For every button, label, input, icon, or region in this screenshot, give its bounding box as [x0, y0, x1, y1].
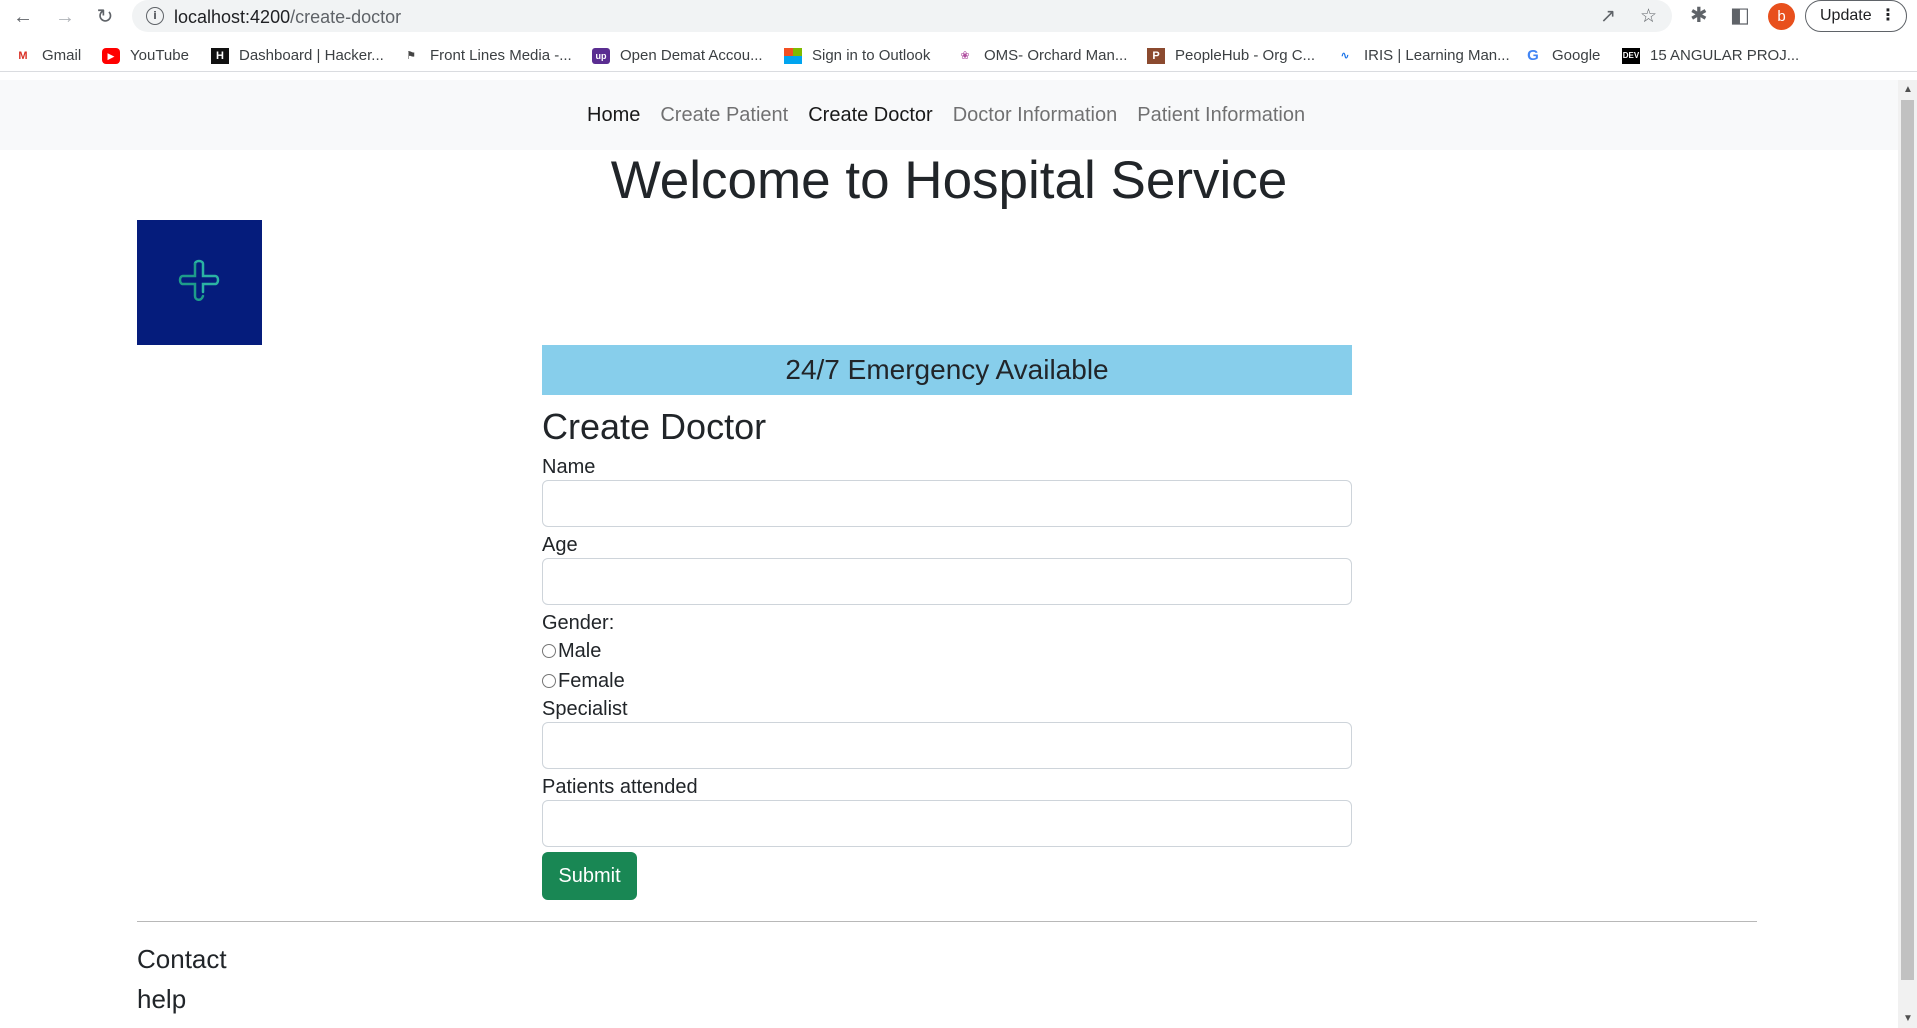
dev-icon: DEV	[1622, 47, 1640, 64]
patients-attended-label: Patients attended	[542, 776, 698, 798]
bookmark-iris[interactable]: ∿ IRIS | Learning Man...	[1336, 47, 1509, 64]
nav-home[interactable]: Home	[587, 104, 640, 127]
bookmarks-bar: M Gmail ▶ YouTube H Dashboard | Hacker... ⚑…	[0, 42, 1917, 72]
hackerrank-icon: H	[211, 47, 229, 64]
create-doctor-form: Create Doctor Name Age Gender: Male Fema…	[542, 400, 1352, 900]
peoplehub-icon: P	[1147, 47, 1165, 64]
bookmark-flm[interactable]: ⚑ Front Lines Media -...	[402, 47, 572, 64]
bookmark-oms[interactable]: ❀ OMS- Orchard Man...	[956, 47, 1127, 64]
back-icon[interactable]: ←	[10, 4, 36, 30]
bookmark-gmail[interactable]: M Gmail	[14, 47, 81, 64]
side-panel-icon[interactable]: ◧	[1730, 3, 1750, 28]
menu-dots-icon[interactable]: ⋮	[1880, 1, 1896, 31]
patients-attended-input[interactable]	[542, 800, 1352, 847]
google-icon: G	[1527, 46, 1539, 64]
oms-icon: ❀	[960, 49, 970, 62]
age-label: Age	[542, 534, 578, 556]
nav-create-doctor[interactable]: Create Doctor	[808, 104, 933, 127]
name-label: Name	[542, 456, 596, 478]
scroll-down-icon[interactable]: ▼	[1903, 1013, 1913, 1024]
submit-button[interactable]: Submit	[542, 852, 637, 900]
bookmark-google[interactable]: G Google	[1524, 47, 1600, 64]
specialist-label: Specialist	[542, 698, 628, 720]
youtube-icon: ▶	[102, 47, 120, 64]
microsoft-icon	[784, 47, 802, 56]
gmail-icon: M	[18, 49, 28, 62]
bookmark-peoplehub[interactable]: P PeopleHub - Org C...	[1147, 47, 1315, 64]
profile-avatar[interactable]: b	[1768, 3, 1795, 30]
name-input[interactable]	[542, 480, 1352, 527]
specialist-input[interactable]	[542, 722, 1352, 769]
female-radio[interactable]	[542, 674, 556, 688]
browser-toolbar: ← → ↻ i localhost:4200/create-doctor ↗ ☆…	[0, 0, 1917, 34]
male-label: Male	[558, 640, 602, 662]
iris-icon: ∿	[1340, 49, 1350, 62]
medical-cross-icon	[178, 259, 220, 301]
page-title: Welcome to Hospital Service	[610, 151, 1288, 210]
bookmark-upstox[interactable]: up Open Demat Accou...	[592, 47, 763, 64]
gender-option-female[interactable]: Female	[542, 666, 1352, 696]
url-text[interactable]: localhost:4200/create-doctor	[174, 7, 401, 28]
hospital-logo	[137, 220, 262, 345]
form-heading: Create Doctor	[542, 406, 767, 447]
nav-create-patient[interactable]: Create Patient	[660, 104, 788, 127]
age-input[interactable]	[542, 558, 1352, 605]
bookmark-dev[interactable]: DEV 15 ANGULAR PROJ...	[1622, 47, 1799, 64]
forward-icon[interactable]: →	[52, 4, 78, 30]
nav-links: Home Create Patient Create Doctor Doctor…	[587, 104, 1325, 127]
nav-patient-information[interactable]: Patient Information	[1137, 104, 1305, 127]
gender-label: Gender:	[542, 612, 615, 634]
nav-doctor-information[interactable]: Doctor Information	[953, 104, 1118, 127]
female-label: Female	[558, 670, 625, 692]
bookmark-star-icon[interactable]: ☆	[1640, 5, 1657, 28]
male-radio[interactable]	[542, 644, 556, 658]
bookmark-outlook[interactable]: Sign in to Outlook	[784, 47, 930, 64]
footer-divider	[137, 921, 1757, 922]
bookmark-hackerrank[interactable]: H Dashboard | Hacker...	[211, 47, 384, 64]
address-bar[interactable]: i localhost:4200/create-doctor ↗ ☆	[132, 0, 1672, 32]
page-scrollbar[interactable]: ▲ ▼	[1898, 80, 1917, 1028]
flm-icon: ⚑	[406, 49, 416, 62]
app-navbar: Home Create Patient Create Doctor Doctor…	[0, 80, 1898, 150]
footer-help[interactable]: help	[137, 984, 186, 1015]
upstox-icon: up	[592, 47, 610, 64]
share-icon[interactable]: ↗	[1600, 5, 1616, 28]
scroll-up-icon[interactable]: ▲	[1903, 84, 1913, 95]
emergency-banner: 24/7 Emergency Available	[542, 345, 1352, 395]
scrollbar-thumb[interactable]	[1901, 100, 1914, 980]
footer-contact[interactable]: Contact	[137, 944, 227, 975]
bookmark-youtube[interactable]: ▶ YouTube	[102, 47, 189, 64]
extensions-icon[interactable]: ✱	[1690, 3, 1708, 28]
site-info-icon[interactable]: i	[146, 7, 164, 25]
gender-option-male[interactable]: Male	[542, 636, 1352, 666]
reload-icon[interactable]: ↻	[92, 4, 118, 30]
update-button[interactable]: Update ⋮	[1805, 0, 1907, 32]
